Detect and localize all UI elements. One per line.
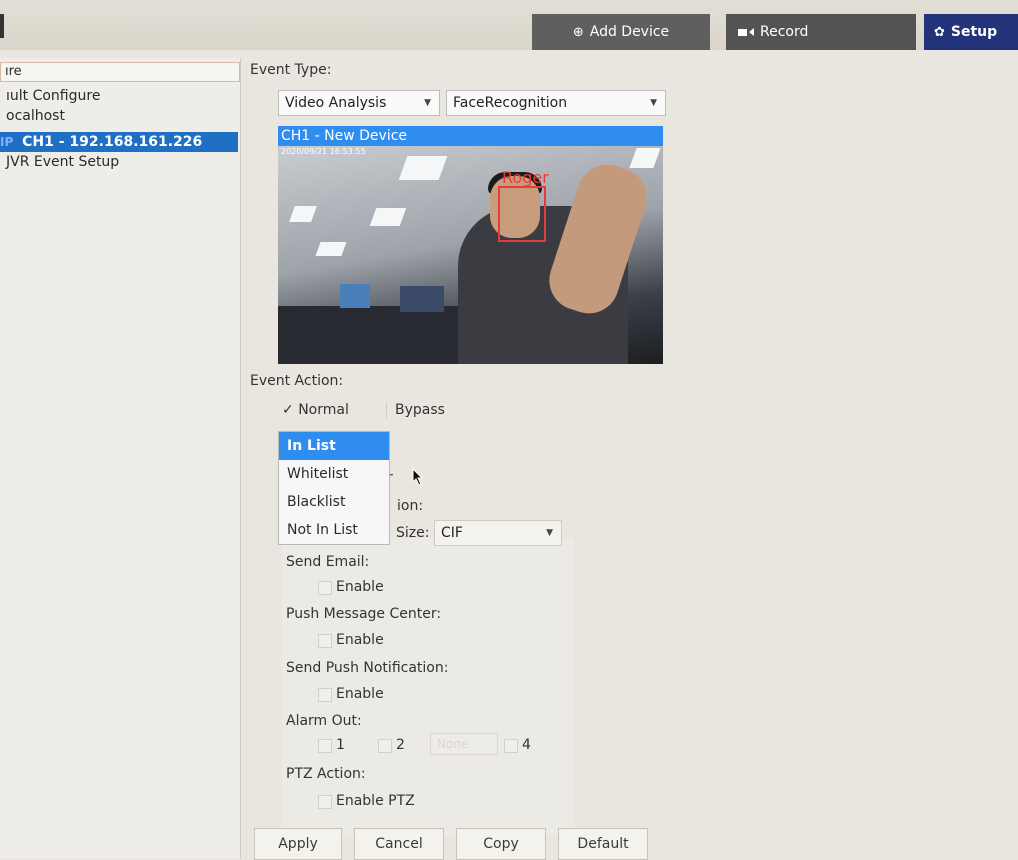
camera-lens-icon [749, 28, 754, 36]
size-value: CIF [441, 525, 463, 541]
alarm-out-1-label: 1 [336, 737, 345, 753]
tree-item-label: CH1 - 192.168.161.226 [22, 134, 203, 150]
ptz-action-label: PTZ Action: [286, 766, 366, 782]
send-email-label: Send Email: [286, 554, 370, 570]
alarm-out-4-checkbox[interactable] [504, 739, 518, 753]
partial-label-ion: ion: [397, 498, 424, 514]
toolbar-edge [0, 14, 4, 38]
record-button[interactable]: Record [726, 14, 916, 50]
camera-title: CH1 - New Device [278, 126, 663, 146]
main-panel: Event Type: Video Analysis ▼ FaceRecogni… [250, 58, 1018, 860]
default-button[interactable]: Default [558, 828, 648, 860]
alarm-out-label: Alarm Out: [286, 713, 362, 729]
push-notify-enable-label: Enable [336, 686, 384, 702]
apply-button[interactable]: Apply [254, 828, 342, 860]
chevron-down-icon: ▼ [650, 98, 657, 108]
plus-circle-icon: ⊕ [572, 24, 584, 40]
dropdown-item-in-list[interactable]: In List [279, 432, 389, 460]
normal-option[interactable]: ✓ Normal [282, 402, 349, 418]
enable-ptz-label: Enable PTZ [336, 793, 415, 809]
tree-item-label: ocalhost [6, 108, 65, 124]
copy-button[interactable]: Copy [456, 828, 546, 860]
face-detection-box [498, 186, 546, 242]
send-email-enable-label: Enable [336, 579, 384, 595]
ptz-preset-value: None [437, 737, 469, 751]
event-subtype-value: FaceRecognition [453, 95, 568, 111]
ip-camera-icon: IP [0, 135, 14, 149]
tree-item-localhost[interactable]: ocalhost [6, 108, 65, 124]
tree-item-nvr-event-setup[interactable]: JVR Event Setup [6, 154, 119, 170]
chevron-down-icon: ▼ [424, 98, 431, 108]
face-label: Roger [502, 168, 549, 187]
bypass-label: Bypass [395, 402, 445, 418]
alarm-out-1-checkbox[interactable] [318, 739, 332, 753]
add-device-button[interactable]: ⊕ Add Device [532, 14, 710, 50]
tree-item-label: ıult Configure [6, 88, 101, 104]
ptz-preset-select[interactable]: None [430, 733, 498, 755]
tree-header-label: ıre [5, 64, 22, 79]
enable-ptz-checkbox[interactable] [318, 795, 332, 809]
alarm-out-2-label: 2 [396, 737, 405, 753]
dropdown-item-blacklist[interactable]: Blacklist [279, 488, 389, 516]
event-subtype-select[interactable]: FaceRecognition ▼ [446, 90, 666, 116]
tree-item-label: JVR Event Setup [6, 154, 120, 170]
camera-preview: Roger CH1 - New Device 2020/09/21 16:53:… [278, 126, 663, 364]
event-type-value: Video Analysis [285, 95, 387, 111]
alarm-out-4-label: 4 [522, 737, 531, 753]
gear-icon: ✿ [934, 24, 945, 40]
size-label: Size: [396, 525, 430, 541]
bypass-option[interactable]: Bypass [386, 402, 445, 418]
top-toolbar: ⊕ Add Device Record ✿ Setup [0, 0, 1018, 50]
event-type-label: Event Type: [250, 62, 332, 78]
send-email-checkbox[interactable] [318, 581, 332, 595]
camera-image: Roger [278, 146, 663, 364]
setup-button[interactable]: ✿ Setup [924, 14, 1018, 50]
push-center-checkbox[interactable] [318, 634, 332, 648]
list-dropdown-menu: In List Whitelist Blacklist Not In List [278, 431, 390, 545]
camera-timestamp: 2020/09/21 16:53:55 [281, 147, 366, 156]
event-action-label: Event Action: [250, 373, 344, 389]
dropdown-item-not-in-list[interactable]: Not In List [279, 516, 389, 544]
normal-label: Normal [298, 402, 349, 418]
chevron-down-icon: ▼ [546, 528, 553, 538]
cancel-button[interactable]: Cancel [354, 828, 444, 860]
event-type-select[interactable]: Video Analysis ▼ [278, 90, 440, 116]
size-select[interactable]: CIF ▼ [434, 520, 562, 546]
record-label: Record [760, 24, 809, 40]
push-center-label: Push Message Center: [286, 606, 442, 622]
push-notify-checkbox[interactable] [318, 688, 332, 702]
tree-item-default-configure[interactable]: ıult Configure [6, 88, 100, 104]
push-notify-label: Send Push Notification: [286, 660, 449, 676]
add-device-label: Add Device [589, 24, 670, 40]
tree-item-ch1[interactable]: IP CH1 - 192.168.161.226 [0, 132, 238, 152]
tree-header[interactable]: ıre [0, 62, 240, 82]
setup-label: Setup [950, 24, 998, 40]
camera-icon [738, 28, 747, 36]
sidebar-tree: ıre ıult Configure ocalhost IP CH1 - 192… [0, 58, 241, 859]
checkmark-icon: ✓ [282, 402, 294, 418]
push-center-enable-label: Enable [336, 632, 384, 648]
alarm-out-2-checkbox[interactable] [378, 739, 392, 753]
dropdown-item-whitelist[interactable]: Whitelist [279, 460, 389, 488]
